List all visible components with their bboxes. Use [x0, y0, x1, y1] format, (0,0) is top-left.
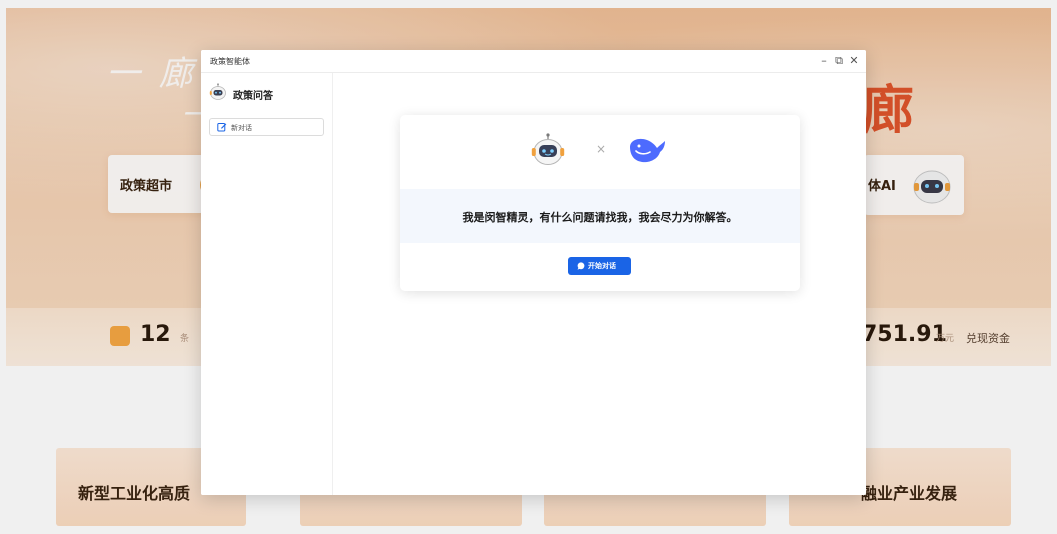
- robot-icon: [531, 133, 565, 165]
- robot-icon: [209, 83, 226, 100]
- maximize-icon[interactable]: ⧉: [832, 53, 846, 69]
- window-title: 政策智能体: [210, 57, 250, 66]
- welcome-card: × 我是闵智精灵，有什么问题请找我，我会尽力为你解答。 开始对话: [400, 115, 800, 291]
- close-icon[interactable]: ✕: [847, 53, 861, 69]
- start-chat-button[interactable]: 开始对话: [568, 257, 631, 275]
- minimize-icon[interactable]: –: [817, 53, 831, 69]
- window-titlebar[interactable]: 政策智能体 – ⧉ ✕: [201, 50, 866, 73]
- agent-name: 政策问答: [233, 91, 273, 102]
- chat-sidebar: 政策问答 新对话: [201, 73, 333, 495]
- welcome-band: 我是闵智精灵，有什么问题请找我，我会尽力为你解答。: [400, 189, 800, 243]
- times-sign: ×: [596, 142, 607, 156]
- whale-icon: [630, 138, 665, 163]
- new-chat-label: 新对话: [231, 124, 252, 132]
- edit-icon: [217, 123, 227, 132]
- new-chat-button[interactable]: 新对话: [209, 118, 324, 136]
- start-chat-label: 开始对话: [588, 262, 616, 270]
- policy-agent-window: 政策智能体 – ⧉ ✕ 政策问答 新对话 × 我是闵智精灵，有什么问题请找我，我…: [201, 50, 866, 495]
- agent-header: 政策问答: [209, 83, 329, 103]
- welcome-message: 我是闵智精灵，有什么问题请找我，我会尽力为你解答。: [462, 211, 738, 224]
- chat-bubble-icon: [577, 262, 585, 270]
- logo-row: ×: [400, 133, 800, 173]
